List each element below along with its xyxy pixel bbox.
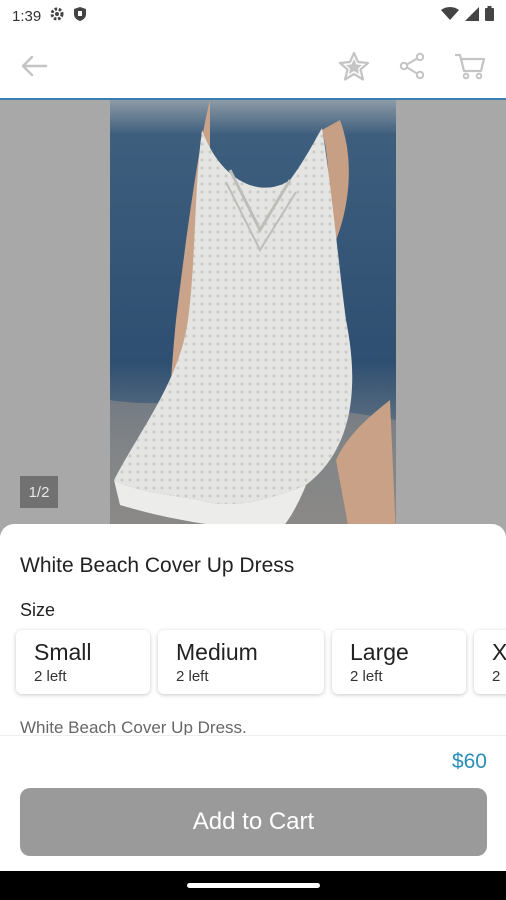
size-label: Size [20,600,56,620]
size-option-medium[interactable]: Medium 2 left [158,630,324,694]
size-name: Small [34,639,92,665]
system-nav-bar [0,871,506,900]
app-bar [0,32,506,100]
back-arrow-icon[interactable] [14,46,54,86]
status-bar: 1:39 [0,0,506,32]
share-icon[interactable] [392,46,432,86]
size-name: Medium [176,639,258,665]
product-title: White Beach Cover Up Dress [20,554,295,577]
product-photo[interactable] [110,100,396,536]
star-icon[interactable] [334,46,374,86]
size-options: Small 2 left Medium 2 left Large 2 left … [16,630,506,694]
battery-icon [485,6,494,26]
size-option-small[interactable]: Small 2 left [16,630,150,694]
cellular-icon [465,6,479,26]
product-image-gallery[interactable] [0,100,506,536]
size-stock: 2 [492,668,501,685]
size-name: Large [350,639,409,665]
size-stock: 2 left [176,668,209,685]
cart-icon[interactable] [450,46,490,86]
size-option-x[interactable]: X 2 [474,630,506,694]
product-details-sheet: White Beach Cover Up Dress Size Small 2 … [0,524,506,735]
product-description: White Beach Cover Up Dress. [20,718,247,735]
size-stock: 2 left [34,668,67,685]
size-name: X [492,639,506,665]
size-stock: 2 left [350,668,383,685]
add-to-cart-button[interactable]: Add to Cart [20,788,487,856]
shield-icon [73,6,87,27]
size-option-large[interactable]: Large 2 left [332,630,466,694]
purchase-bar: $60 Add to Cart [0,735,506,871]
wifi-icon [441,6,459,26]
gear-icon [49,6,65,27]
status-time: 1:39 [12,7,42,25]
price: $60 [451,750,487,773]
home-gesture-handle[interactable] [187,883,320,888]
image-counter: 1/2 [20,476,58,508]
